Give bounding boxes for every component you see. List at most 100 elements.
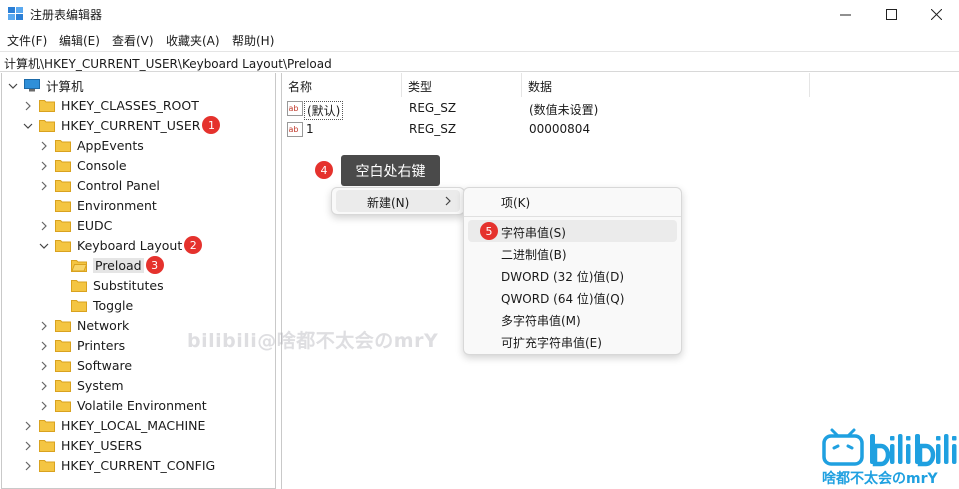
maximize-button[interactable] xyxy=(868,0,914,28)
tree-label: HKEY_CURRENT_CONFIG xyxy=(61,457,216,473)
tree-label: Toggle xyxy=(93,297,134,313)
tree-root[interactable]: 计算机 xyxy=(8,75,84,95)
minimize-icon xyxy=(839,14,851,15)
folder-open-icon xyxy=(71,259,87,272)
folder-icon xyxy=(39,419,55,432)
chevron-right-icon[interactable] xyxy=(39,320,49,331)
tree-label: HKEY_CLASSES_ROOT xyxy=(61,97,199,113)
menu-file[interactable]: 文件(F) xyxy=(7,32,47,49)
tree-label: HKEY_CURRENT_USER xyxy=(61,117,201,133)
chevron-right-icon xyxy=(445,196,451,206)
tree-item-printers[interactable]: Printers xyxy=(39,335,125,355)
menu-item-label: 字符串值(S) xyxy=(501,226,566,240)
tree-label: Substitutes xyxy=(93,277,164,293)
tree-label: Console xyxy=(77,157,127,173)
step-badge: 1 xyxy=(202,116,221,134)
value-type: REG_SZ xyxy=(409,122,457,136)
tree-item-hkey-local-machine[interactable]: HKEY_LOCAL_MACHINE xyxy=(23,415,205,435)
value-row-1[interactable]: ab 1 REG_SZ 00000804 xyxy=(282,120,802,140)
folder-icon xyxy=(55,179,71,192)
chevron-down-icon[interactable] xyxy=(8,80,18,90)
minimize-button[interactable] xyxy=(822,0,868,28)
tree-item-software[interactable]: Software xyxy=(39,355,132,375)
menu-item-label: QWORD (64 位)值(Q) xyxy=(501,292,625,306)
folder-icon xyxy=(55,339,71,352)
submenu-item-string-value[interactable]: 5 字符串值(S) xyxy=(468,220,677,242)
chevron-right-icon[interactable] xyxy=(39,160,49,171)
folder-icon xyxy=(71,279,87,292)
tree-item-keyboard-layout[interactable]: Keyboard Layout 2 xyxy=(39,235,203,255)
chevron-right-icon[interactable] xyxy=(39,180,49,191)
tree-item-hkey-users[interactable]: HKEY_USERS xyxy=(23,435,142,455)
value-row-default[interactable]: ab (默认) REG_SZ (数值未设置) xyxy=(282,99,802,120)
column-header-data[interactable]: 数据 xyxy=(522,73,810,97)
tree-item-hkey-current-config[interactable]: HKEY_CURRENT_CONFIG xyxy=(23,455,215,475)
tree-item-network[interactable]: Network xyxy=(39,315,129,335)
value-type: REG_SZ xyxy=(409,101,457,115)
submenu-item-multi-string-value[interactable]: 多字符串值(M) xyxy=(468,308,677,330)
chevron-right-icon[interactable] xyxy=(39,340,49,351)
chevron-right-icon[interactable] xyxy=(39,140,49,151)
menu-view[interactable]: 查看(V) xyxy=(112,32,154,49)
tree-item-appevents[interactable]: AppEvents xyxy=(39,135,144,155)
regedit-app-icon xyxy=(8,7,23,20)
tree-item-hkey-classes-root[interactable]: HKEY_CLASSES_ROOT xyxy=(23,95,199,115)
tree-item-volatile-environment[interactable]: Volatile Environment xyxy=(39,395,207,415)
folder-icon xyxy=(55,159,71,172)
menu-item-label: 新建(N) xyxy=(367,196,410,210)
logo-caption: 啥都不太会のmrY xyxy=(822,471,938,487)
tree-item-hkey-current-user[interactable]: HKEY_CURRENT_USER 1 xyxy=(23,115,221,135)
column-header-name[interactable]: 名称 xyxy=(282,73,402,97)
tree-item-system[interactable]: System xyxy=(39,375,124,395)
tree-label: Volatile Environment xyxy=(77,397,207,413)
tree-item-preload[interactable]: Preload 3 xyxy=(71,255,164,275)
chevron-right-icon[interactable] xyxy=(39,220,49,231)
chevron-down-icon[interactable] xyxy=(39,240,49,250)
folder-icon xyxy=(39,99,55,112)
chevron-right-icon[interactable] xyxy=(23,440,33,451)
address-bar[interactable]: 计算机\HKEY_CURRENT_USER\Keyboard Layout\Pr… xyxy=(0,51,959,72)
tree-item-control-panel[interactable]: Control Panel xyxy=(39,175,160,195)
address-path: 计算机\HKEY_CURRENT_USER\Keyboard Layout\Pr… xyxy=(4,57,332,71)
tree-item-environment[interactable]: Environment xyxy=(55,195,157,215)
submenu-item-qword-value[interactable]: QWORD (64 位)值(Q) xyxy=(468,286,677,308)
watermark: bilibili@啥都不太会のmrY xyxy=(187,330,439,352)
chevron-right-icon[interactable] xyxy=(39,360,49,371)
tree-label: System xyxy=(77,377,124,393)
submenu-item-key[interactable]: 项(K) xyxy=(468,190,677,212)
context-menu-new[interactable]: 新建(N) xyxy=(336,190,460,212)
tree-item-substitutes[interactable]: Substitutes xyxy=(71,275,164,295)
window-title: 注册表编辑器 xyxy=(30,8,103,22)
menu-separator xyxy=(464,216,681,217)
submenu-item-dword-value[interactable]: DWORD (32 位)值(D) xyxy=(468,264,677,286)
menu-edit[interactable]: 编辑(E) xyxy=(59,32,100,49)
tree-label: Software xyxy=(77,357,133,373)
chevron-right-icon[interactable] xyxy=(23,460,33,471)
tree-item-toggle[interactable]: Toggle xyxy=(71,295,133,315)
tree-label: HKEY_LOCAL_MACHINE xyxy=(61,417,206,433)
folder-icon xyxy=(55,319,71,332)
string-value-icon: ab xyxy=(287,101,303,116)
submenu-item-expandable-string-value[interactable]: 可扩充字符串值(E) xyxy=(468,330,677,352)
tree-pane[interactable]: 计算机 HKEY_CLASSES_ROOT HKEY_CURRENT_USER … xyxy=(1,73,276,489)
menu-favorites[interactable]: 收藏夹(A) xyxy=(166,32,220,49)
chevron-right-icon[interactable] xyxy=(39,400,49,411)
new-submenu: 项(K) 5 字符串值(S) 二进制值(B) DWORD (32 位)值(D) … xyxy=(463,187,682,355)
tree-label: Keyboard Layout xyxy=(77,237,183,253)
close-button[interactable] xyxy=(913,0,959,28)
chevron-right-icon[interactable] xyxy=(23,100,33,111)
svg-text:ab: ab xyxy=(289,104,299,113)
value-name: 1 xyxy=(306,122,314,136)
menu-help[interactable]: 帮助(H) xyxy=(232,32,274,49)
tree-item-eudc[interactable]: EUDC xyxy=(39,215,112,235)
column-header-type[interactable]: 类型 xyxy=(402,73,522,97)
tree-label: AppEvents xyxy=(77,137,144,153)
context-menu: 新建(N) xyxy=(331,187,465,215)
tree-item-console[interactable]: Console xyxy=(39,155,127,175)
menu-item-label: 多字符串值(M) xyxy=(501,314,581,328)
chevron-right-icon[interactable] xyxy=(23,420,33,431)
submenu-item-binary-value[interactable]: 二进制值(B) xyxy=(468,242,677,264)
chevron-down-icon[interactable] xyxy=(23,120,33,130)
chevron-right-icon[interactable] xyxy=(39,380,49,391)
tree-label: 计算机 xyxy=(46,78,84,94)
